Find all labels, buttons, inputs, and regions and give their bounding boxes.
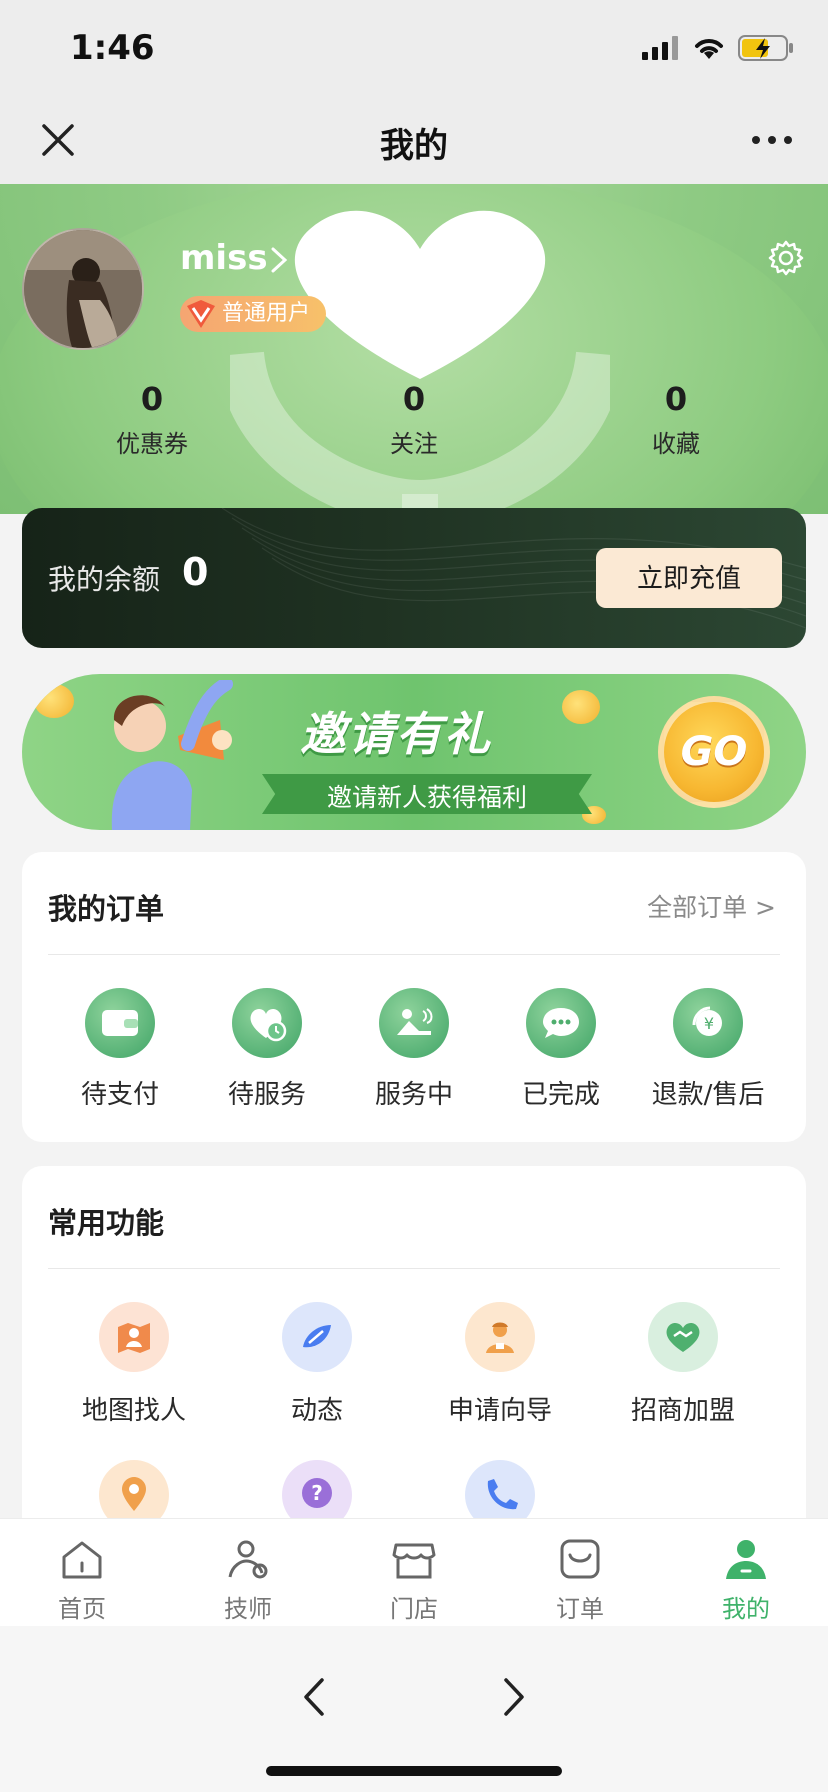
gear-icon[interactable] bbox=[768, 240, 804, 276]
tab-technician[interactable]: 技师 bbox=[188, 1537, 308, 1624]
order-label: 退款/售后 bbox=[651, 1080, 765, 1110]
profile-stats: 0 优惠券 0 关注 0 收藏 bbox=[0, 380, 828, 470]
nav-bar: 我的 bbox=[0, 98, 828, 184]
tab-label: 订单 bbox=[556, 1595, 604, 1623]
divider bbox=[48, 1268, 780, 1269]
invite-banner[interactable]: 邀请有礼 邀请新人获得福利 GO bbox=[22, 674, 806, 830]
balance-value: 0 bbox=[182, 550, 209, 594]
tab-label: 我的 bbox=[722, 1595, 770, 1623]
feed-icon bbox=[282, 1302, 352, 1372]
wifi-icon bbox=[695, 39, 723, 59]
func-label: 动态 bbox=[290, 1396, 343, 1426]
invite-title: 邀请有礼 bbox=[300, 707, 492, 761]
profile-icon bbox=[726, 1540, 766, 1579]
orders-title: 我的订单 bbox=[48, 892, 165, 926]
order-in-service[interactable]: 服务中 bbox=[339, 988, 489, 1111]
stat-following[interactable]: 0 关注 bbox=[334, 380, 494, 459]
refund-icon: ¥ bbox=[673, 988, 743, 1058]
svg-text:?: ? bbox=[311, 1481, 323, 1505]
tab-label: 技师 bbox=[224, 1595, 272, 1623]
order-pending-payment[interactable]: 待支付 bbox=[45, 988, 195, 1111]
chevron-right-icon[interactable] bbox=[268, 245, 290, 275]
functions-title: 常用功能 bbox=[48, 1206, 165, 1240]
func-feed[interactable]: 动态 bbox=[227, 1302, 407, 1427]
technician-icon bbox=[228, 1540, 268, 1579]
order-label: 已完成 bbox=[521, 1080, 600, 1110]
status-time: 1:46 bbox=[70, 28, 155, 68]
wallet-icon bbox=[85, 988, 155, 1058]
tab-orders[interactable]: 订单 bbox=[520, 1537, 640, 1624]
order-label: 待支付 bbox=[80, 1080, 159, 1110]
megaphone-person-illustration bbox=[111, 680, 233, 830]
tab-label: 首页 bbox=[58, 1595, 106, 1623]
coin-decoration bbox=[562, 690, 600, 724]
avatar[interactable] bbox=[22, 228, 144, 350]
back-arrow-icon[interactable] bbox=[296, 1674, 332, 1720]
order-pending-service[interactable]: 待服务 bbox=[192, 988, 342, 1111]
svg-text:¥: ¥ bbox=[704, 1014, 714, 1033]
home-indicator[interactable] bbox=[266, 1766, 562, 1776]
func-label: 招商加盟 bbox=[630, 1396, 735, 1426]
username[interactable]: miss bbox=[180, 238, 268, 278]
vip-diamond-icon bbox=[187, 300, 215, 328]
func-label: 地图找人 bbox=[81, 1396, 186, 1426]
order-label: 待服务 bbox=[227, 1080, 306, 1110]
handshake-icon bbox=[648, 1302, 718, 1372]
home-icon bbox=[62, 1541, 102, 1579]
guide-icon bbox=[465, 1302, 535, 1372]
stat-favorites[interactable]: 0 收藏 bbox=[596, 380, 756, 459]
member-badge-label: 普通用户 bbox=[222, 301, 311, 326]
tab-store[interactable]: 门店 bbox=[354, 1537, 474, 1624]
func-label: 申请向导 bbox=[447, 1396, 552, 1426]
map-person-icon bbox=[99, 1302, 169, 1372]
order-completed[interactable]: 已完成 bbox=[486, 988, 636, 1111]
recharge-button[interactable]: 立即充值 bbox=[596, 548, 782, 608]
page-title: 我的 bbox=[380, 126, 448, 166]
stat-label: 优惠券 bbox=[116, 430, 188, 458]
store-icon bbox=[392, 1543, 436, 1579]
stat-value: 0 bbox=[402, 380, 426, 418]
battery-charging-icon bbox=[738, 35, 793, 61]
forward-arrow-icon[interactable] bbox=[496, 1674, 532, 1720]
divider bbox=[48, 954, 780, 955]
tab-home[interactable]: 首页 bbox=[22, 1537, 142, 1624]
functions-card: 常用功能 地图找人 动态 申请向导 招商加盟 ? bbox=[22, 1166, 806, 1546]
stat-label: 关注 bbox=[390, 430, 438, 458]
massage-icon bbox=[379, 988, 449, 1058]
balance-card: 我的余额 0 立即充值 bbox=[22, 508, 806, 648]
go-button[interactable]: GO bbox=[658, 696, 770, 808]
func-franchise[interactable]: 招商加盟 bbox=[593, 1302, 773, 1427]
more-icon[interactable] bbox=[750, 120, 794, 160]
stat-label: 收藏 bbox=[652, 430, 700, 458]
stat-coupons[interactable]: 0 优惠券 bbox=[72, 380, 232, 459]
avatar-photo bbox=[24, 230, 142, 348]
order-label: 服务中 bbox=[374, 1080, 453, 1110]
status-icons bbox=[642, 34, 794, 62]
tab-profile[interactable]: 我的 bbox=[686, 1537, 806, 1624]
coin-decoration bbox=[34, 684, 74, 718]
chat-bubble-icon bbox=[526, 988, 596, 1058]
all-orders-link[interactable]: 全部订单 > bbox=[647, 888, 776, 924]
func-apply-guide[interactable]: 申请向导 bbox=[410, 1302, 590, 1427]
stat-value: 0 bbox=[140, 380, 164, 418]
status-bar: 1:46 bbox=[0, 0, 828, 98]
signal-icon bbox=[642, 36, 678, 60]
tab-label: 门店 bbox=[390, 1595, 438, 1623]
func-map-find[interactable]: 地图找人 bbox=[44, 1302, 224, 1427]
stat-value: 0 bbox=[664, 380, 688, 418]
invite-subtitle: 邀请新人获得福利 bbox=[326, 783, 527, 812]
browser-toolbar bbox=[0, 1626, 828, 1792]
order-refund[interactable]: ¥ 退款/售后 bbox=[633, 988, 783, 1111]
orders-card: 我的订单 全部订单 > 待支付 待服务 服务中 已完成 ¥ 退款/售后 bbox=[22, 852, 806, 1142]
tab-bar: 首页 技师 门店 订单 我的 bbox=[0, 1518, 828, 1626]
balance-label: 我的余额 bbox=[48, 563, 161, 596]
order-bag-icon bbox=[560, 1539, 600, 1579]
member-badge: 普通用户 bbox=[180, 296, 327, 332]
heart-clock-icon bbox=[232, 988, 302, 1058]
